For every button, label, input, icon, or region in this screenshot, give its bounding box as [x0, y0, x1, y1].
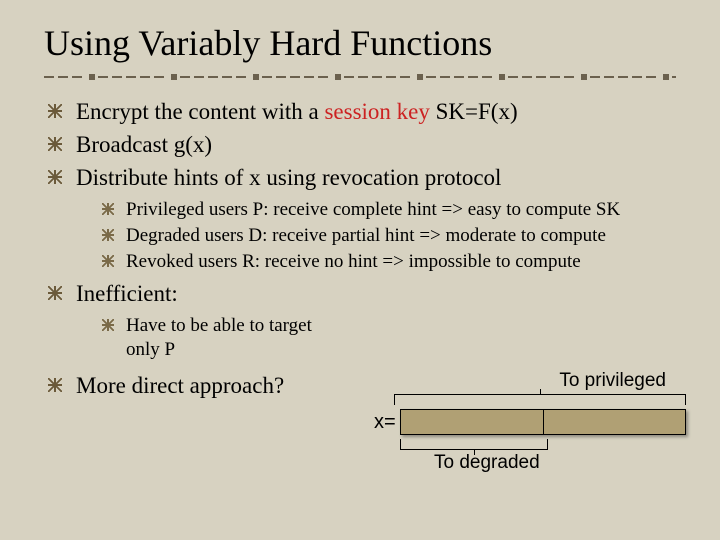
slide: Using Variably Hard Functions Encrypt th…: [0, 0, 720, 540]
diagram-x-label: x=: [374, 411, 400, 434]
brace-top-icon: [394, 394, 686, 405]
bullet-list: Encrypt the content with a session key S…: [44, 98, 676, 401]
diagram-bar-split: [543, 410, 544, 434]
brace-bottom-icon: [400, 439, 548, 450]
bullet-1-post: SK=F(x): [430, 99, 518, 124]
bullet-4-sublist: Have to be able to target only P: [100, 314, 376, 362]
bullet-3-text: Distribute hints of x using revocation p…: [76, 165, 501, 190]
bullet-4a: Have to be able to target only P: [100, 314, 346, 362]
bullet-2: Broadcast g(x): [44, 131, 676, 160]
diagram-bar: [400, 409, 686, 435]
slide-title: Using Variably Hard Functions: [44, 22, 676, 64]
bullet-4: Inefficient: Have to be able to target o…: [44, 280, 676, 368]
bullet-3c: Revoked users R: receive no hint => impo…: [100, 250, 676, 274]
bullet-3: Distribute hints of x using revocation p…: [44, 164, 676, 274]
bullet-1-keyword: session key: [324, 99, 429, 124]
hint-diagram: To privileged x= To degraded: [374, 370, 686, 474]
diagram-bottom-label: To degraded: [434, 452, 686, 474]
bullet-3a: Privileged users P: receive complete hin…: [100, 198, 676, 222]
bullet-1: Encrypt the content with a session key S…: [44, 98, 676, 127]
title-divider: [44, 72, 676, 82]
bullet-3-sublist: Privileged users P: receive complete hin…: [100, 198, 676, 273]
diagram-top-label: To privileged: [374, 370, 686, 392]
bullet-4-text: Inefficient:: [76, 281, 178, 306]
bullet-1-pre: Encrypt the content with a: [76, 99, 324, 124]
bullet-3b: Degraded users D: receive partial hint =…: [100, 224, 676, 248]
